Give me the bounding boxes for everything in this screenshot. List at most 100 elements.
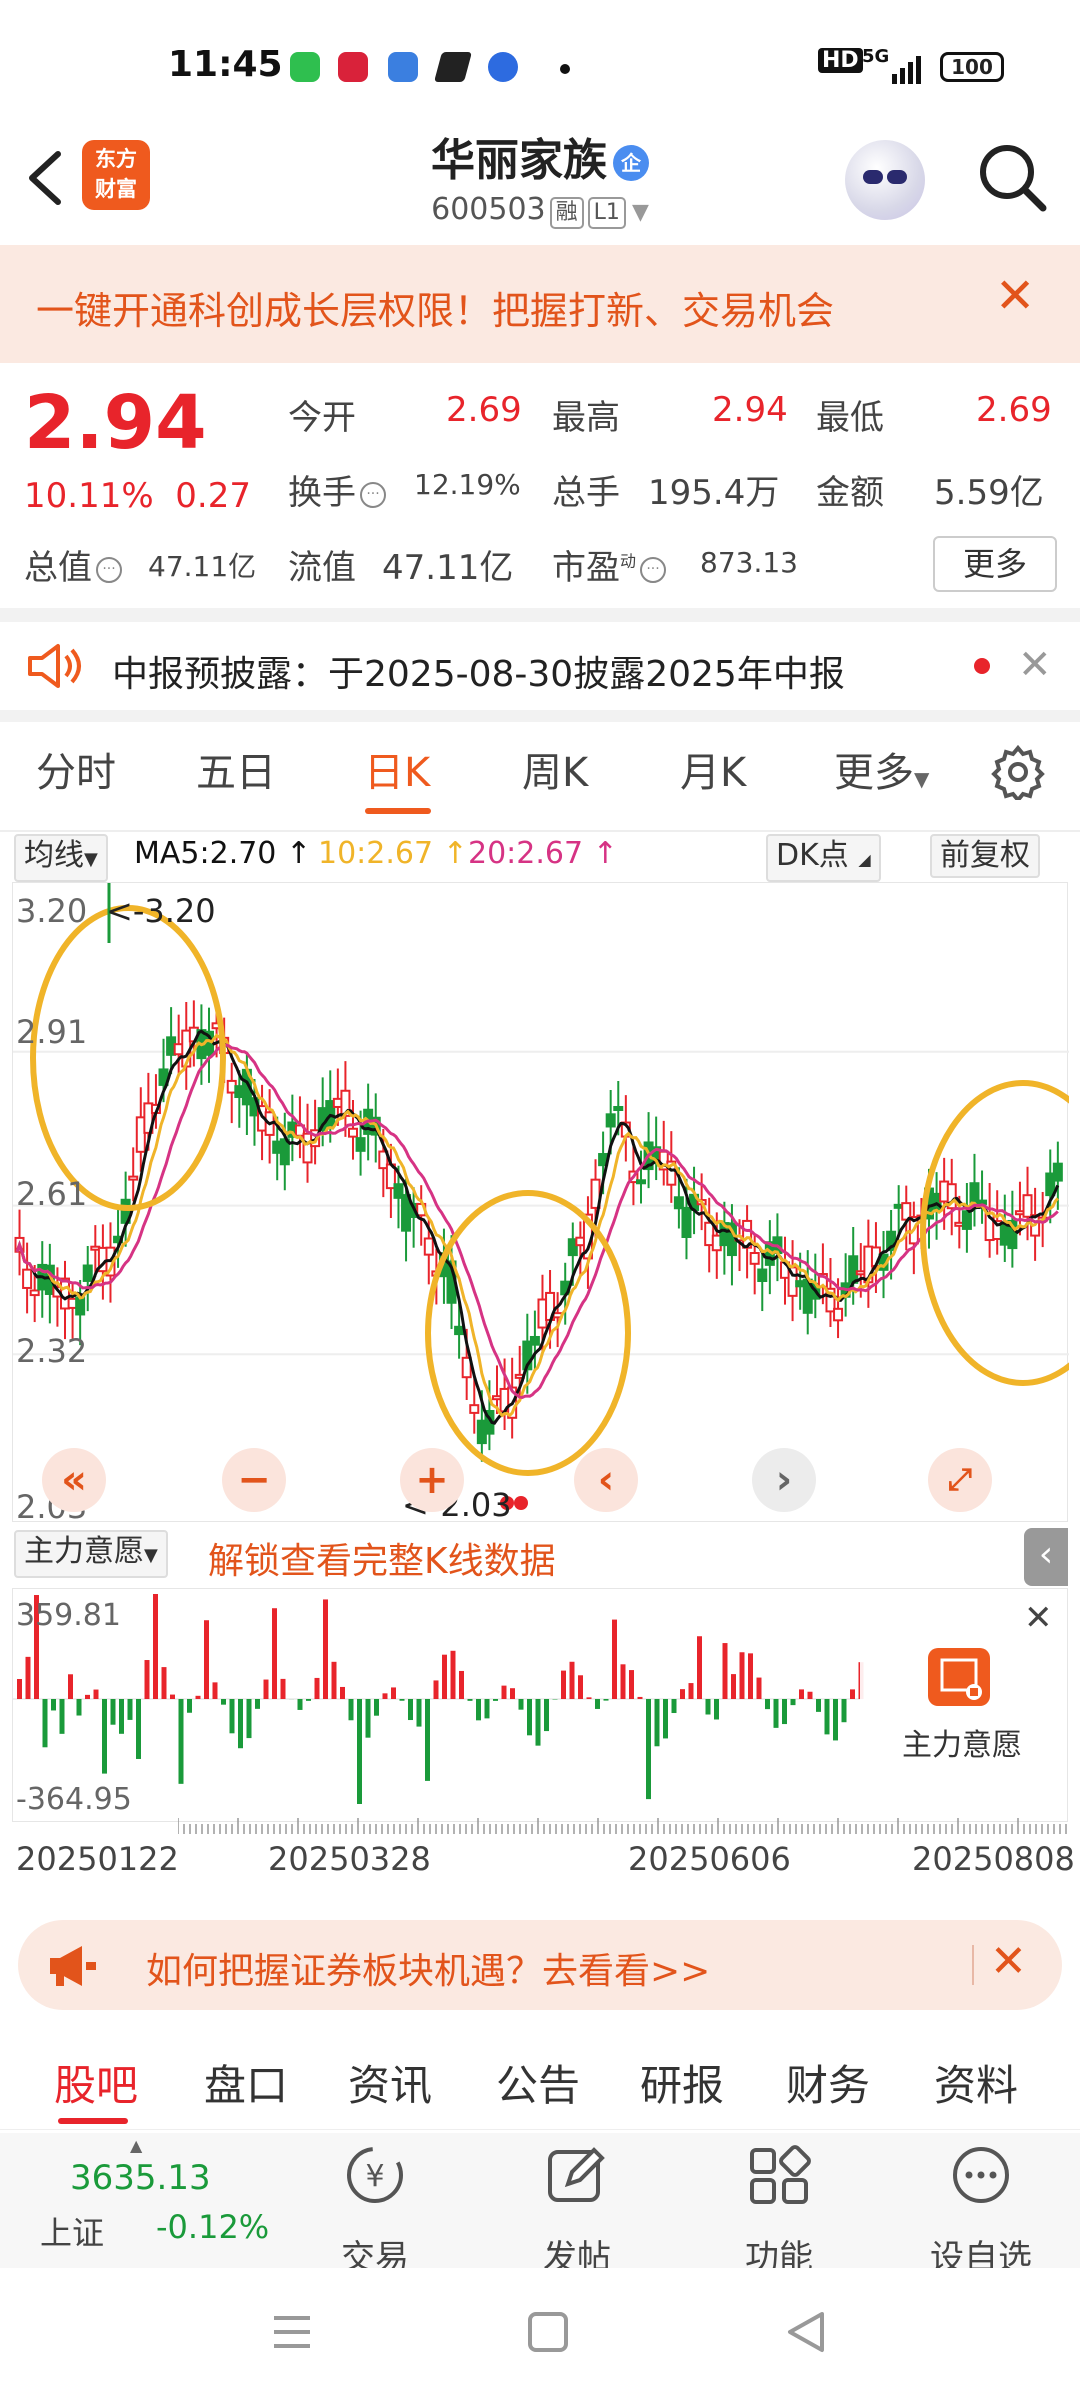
indicator-selector[interactable]: 主力意愿▼ <box>14 1530 168 1578</box>
indicator-bar <box>25 1656 31 1699</box>
promo-text[interactable]: 如何把握证券板块机遇？去看看>> <box>146 1942 710 1994</box>
turnover-label: 换手 ··· <box>288 465 390 514</box>
settings-icon[interactable] <box>990 744 1046 804</box>
tab-announcements[interactable]: 公告 <box>496 2052 580 2113</box>
indicator-bar <box>425 1699 430 1781</box>
indicator-bar <box>348 1699 354 1721</box>
close-notice-icon[interactable]: ✕ <box>1018 642 1052 688</box>
volume-label: 总手 <box>552 473 620 513</box>
tab-more[interactable]: 更多▼ <box>834 740 929 798</box>
stock-code: 600503 <box>431 192 546 227</box>
app-icon <box>388 52 418 82</box>
indicator-bar <box>501 1685 507 1699</box>
indicator-bar <box>391 1687 396 1699</box>
home-icon[interactable] <box>528 2312 568 2352</box>
index-value[interactable]: 3635.13 <box>70 2158 211 2198</box>
scroll-right-button[interactable]: › <box>752 1448 816 1512</box>
indicator-bar <box>705 1699 711 1715</box>
tab-research[interactable]: 研报 <box>640 2052 724 2113</box>
indicator-bar <box>833 1699 838 1741</box>
unlock-link[interactable]: 解锁查看完整K线数据 <box>208 1532 556 1584</box>
candle-body <box>636 1179 646 1185</box>
indicator-overlay-label[interactable]: 主力意愿 <box>902 1720 1022 1764</box>
index-name[interactable]: 上证 <box>40 2208 104 2254</box>
search-button[interactable] <box>975 140 1049 214</box>
indicator-bar <box>306 1699 311 1701</box>
stock-title: 华丽家族企 <box>360 124 720 188</box>
banner-text[interactable]: 一键开通科创成长层权限！把握打新、交易机会 <box>36 280 834 335</box>
pe-label: 市盈动 ··· <box>552 540 670 589</box>
chevron-down-icon: ▼ <box>631 200 649 225</box>
dk-point-toggle[interactable]: DK点 ◢ <box>766 834 881 882</box>
tab-daily-k[interactable]: 日K <box>364 740 430 798</box>
candle-body <box>348 1127 358 1138</box>
battery-indicator: 100 <box>940 52 1004 82</box>
indicator-bar <box>246 1699 252 1739</box>
tab-intraday[interactable]: 分时 <box>36 740 116 798</box>
indicator-bar <box>841 1699 847 1723</box>
assistant-robot-icon[interactable] <box>845 140 925 220</box>
indicator-bar <box>544 1699 549 1732</box>
zoom-out-button[interactable]: − <box>222 1448 286 1512</box>
collapse-panel-icon[interactable]: ‹ <box>1024 1528 1068 1586</box>
candle-body <box>613 1105 624 1111</box>
candle-body <box>529 1335 540 1346</box>
functions-icon[interactable] <box>744 2140 814 2210</box>
trade-icon[interactable]: ¥ <box>340 2140 410 2210</box>
tab-profile[interactable]: 资料 <box>934 2052 1018 2113</box>
post-icon[interactable] <box>542 2140 612 2210</box>
chevron-down-icon: ▼ <box>84 849 98 870</box>
indicator-bar <box>535 1699 541 1746</box>
ma-selector[interactable]: 均线▼ <box>14 834 108 882</box>
indicator-bar <box>42 1699 48 1748</box>
tab-forum[interactable]: 股吧 <box>54 2052 138 2113</box>
bank-icon <box>338 52 368 82</box>
indicator-lock-icon[interactable] <box>928 1648 990 1706</box>
fullscreen-button[interactable]: ⤢ <box>928 1448 992 1512</box>
kline-svg[interactable] <box>13 883 1080 1523</box>
scroll-left-fast-button[interactable]: « <box>42 1448 106 1512</box>
indicator-bar <box>238 1699 243 1749</box>
add-watchlist-icon[interactable] <box>946 2140 1016 2210</box>
tab-5day[interactable]: 五日 <box>196 740 276 798</box>
back-nav-icon[interactable] <box>784 2310 828 2354</box>
more-quote-button[interactable]: 更多 <box>933 536 1057 592</box>
scroll-left-button[interactable]: ‹ <box>574 1448 638 1512</box>
candle-body <box>961 1210 972 1230</box>
indicator-bar <box>119 1699 124 1734</box>
tab-weekly-k[interactable]: 周K <box>522 740 588 798</box>
stock-code-row[interactable]: 600503 融 L1 ▼ <box>360 192 720 229</box>
index-change[interactable]: -0.12% <box>156 2208 269 2246</box>
indicator-bar <box>127 1699 133 1720</box>
indicator-bar <box>850 1689 855 1699</box>
signal-label: 5G <box>862 46 890 67</box>
indicator-bar <box>620 1664 626 1699</box>
indicator-bar <box>586 1697 592 1699</box>
close-overlay-icon[interactable]: ✕ <box>1024 1598 1053 1638</box>
indicator-bar <box>68 1674 73 1699</box>
tab-news[interactable]: 资讯 <box>348 2052 432 2113</box>
more-notifications-icon <box>560 64 570 74</box>
active-subtab-indicator <box>58 2118 128 2124</box>
indicator-bar <box>297 1699 303 1710</box>
notice-text[interactable]: 中报预披露：于2025-08-30披露2025年中报 <box>112 645 845 697</box>
close-icon[interactable]: ✕ <box>995 272 1035 320</box>
indicator-bar <box>773 1699 779 1728</box>
close-promo-icon[interactable]: ✕ <box>990 1936 1027 1987</box>
adjust-selector[interactable]: 前复权 <box>930 834 1040 878</box>
unread-dot <box>974 658 990 674</box>
signal-icon <box>890 54 926 84</box>
chevron-down-icon: ▼ <box>144 1545 158 1566</box>
tab-financials[interactable]: 财务 <box>786 2052 870 2113</box>
ma10-label: 10:2.67 ↑ <box>318 836 468 871</box>
indicator-bottom: -364.95 <box>16 1782 132 1817</box>
kline-chart[interactable] <box>12 882 1080 1523</box>
margin-tag: 融 <box>549 197 584 229</box>
tab-orderbook[interactable]: 盘口 <box>204 2052 288 2113</box>
zoom-in-button[interactable]: + <box>400 1448 464 1512</box>
tab-monthly-k[interactable]: 月K <box>680 740 746 798</box>
indicator-bar <box>408 1699 413 1721</box>
info-icon: ··· <box>96 556 122 583</box>
back-button[interactable] <box>22 148 72 208</box>
menu-icon[interactable] <box>270 2312 314 2352</box>
